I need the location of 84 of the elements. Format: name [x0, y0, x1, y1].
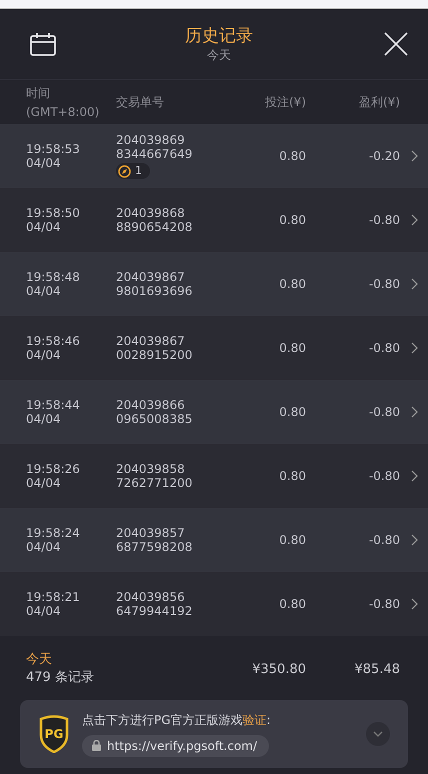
verify-message: 点击下方进行PG官方正版游戏验证:	[82, 712, 272, 728]
page-subtitle: 今天	[207, 47, 231, 64]
chevron-right-icon	[410, 534, 418, 546]
date-text: 04/04	[26, 284, 62, 298]
profit-amount: -0.80	[368, 405, 400, 419]
timezone-label: (GMT+8:00)	[26, 105, 100, 119]
column-header: 交易单号	[116, 94, 165, 110]
total-bet: ¥350.80	[251, 662, 306, 676]
profit-amount: -0.80	[368, 597, 400, 611]
compass-icon	[118, 164, 131, 178]
transaction-row[interactable]: 19:58:44 04/04 204039866 0965008385 0.80 -0.80	[0, 380, 428, 444]
time-text: 19:58:26	[26, 462, 81, 476]
transaction-id: 8890654208	[116, 220, 194, 234]
time-text: 19:58:44	[26, 398, 81, 412]
transaction-id: 204039868	[116, 206, 186, 220]
transaction-id: 204039869	[116, 133, 186, 147]
verify-link[interactable]: https://verify.pgsoft.com/	[82, 734, 270, 756]
transaction-id: 7262771200	[116, 476, 194, 490]
transaction-id: 6877598208	[116, 540, 194, 554]
date-text: 04/04	[26, 220, 62, 234]
chevron-right-icon	[410, 406, 418, 418]
calendar-icon[interactable]	[30, 32, 56, 56]
bet-amount: 0.80	[278, 341, 306, 355]
record-count: 479 条记录	[26, 669, 95, 687]
chevron-right-icon	[410, 470, 418, 482]
bet-amount: 0.80	[278, 277, 306, 291]
date-text: 04/04	[26, 476, 62, 490]
date-text: 04/04	[26, 348, 62, 362]
chevron-right-icon	[410, 214, 418, 226]
profit-amount: -0.20	[368, 149, 400, 163]
profit-amount: -0.80	[368, 533, 400, 547]
bet-amount: 0.80	[278, 533, 306, 547]
transaction-id: 204039867	[116, 334, 186, 348]
profit-amount: -0.80	[368, 213, 400, 227]
transaction-id: 204039866	[116, 398, 186, 412]
bet-amount: 0.80	[278, 213, 306, 227]
bet-amount: 0.80	[278, 149, 306, 163]
transaction-id: 9801693696	[116, 284, 194, 298]
profit-amount: -0.80	[368, 469, 400, 483]
chevron-right-icon	[410, 150, 418, 162]
bet-amount: 0.80	[278, 469, 306, 483]
transaction-id: 204039856	[116, 590, 186, 604]
profit-amount: -0.80	[368, 277, 400, 291]
page-title: 历史记录	[185, 25, 253, 47]
bet-amount: 0.80	[278, 405, 306, 419]
transaction-row[interactable]: 19:58:48 04/04 204039867 9801693696 0.80 -0.80	[0, 252, 428, 316]
transaction-id: 0028915200	[116, 348, 194, 362]
time-text: 19:58:46	[26, 334, 81, 348]
close-icon[interactable]	[384, 32, 408, 56]
chevron-right-icon	[410, 598, 418, 610]
transaction-row[interactable]: 19:58:50 04/04 204039868 8890654208 0.80 -0.80	[0, 188, 428, 252]
column-header: 时间	[26, 85, 51, 102]
transaction-row[interactable]: 19:58:26 04/04 204039858 7262771200 0.80 -0.80	[0, 444, 428, 508]
transaction-row[interactable]: 19:58:21 04/04 204039856 6479944192 0.80 -0.80	[0, 572, 428, 636]
column-header: 盈利(¥)	[358, 94, 400, 110]
chevron-down-icon	[373, 731, 383, 737]
column-header: 投注(¥)	[264, 94, 306, 110]
summary-period: 今天	[26, 651, 53, 669]
time-text: 19:58:24	[26, 526, 81, 540]
bet-amount: 0.80	[278, 597, 306, 611]
time-text: 19:58:50	[26, 206, 81, 220]
total-profit: ¥85.48	[354, 662, 400, 676]
transaction-id: 204039858	[116, 462, 186, 476]
transaction-row[interactable]: 19:58:53 04/04 204039869 8344667649 1 0.80 -0.20	[0, 124, 428, 188]
date-text: 04/04	[26, 604, 62, 618]
time-text: 19:58:48	[26, 270, 81, 284]
transaction-id: 6479944192	[116, 604, 194, 618]
transaction-id: 204039867	[116, 270, 186, 284]
transaction-id: 0965008385	[116, 412, 194, 426]
transaction-id: 8344667649	[116, 147, 194, 161]
profit-amount: -0.80	[368, 341, 400, 355]
date-text: 04/04	[26, 540, 62, 554]
shield-logo: PG	[38, 715, 70, 753]
feature-badge: 1	[116, 163, 150, 179]
transaction-row[interactable]: 19:58:24 04/04 204039857 6877598208 0.80 -0.80	[0, 508, 428, 572]
time-text: 19:58:21	[26, 590, 81, 604]
chevron-right-icon	[410, 342, 418, 354]
time-text: 19:58:53	[26, 142, 81, 156]
date-text: 04/04	[26, 412, 62, 426]
lock-icon	[92, 740, 101, 751]
transaction-row[interactable]: 19:58:46 04/04 204039867 0028915200 0.80 -0.80	[0, 316, 428, 380]
transaction-id: 204039857	[116, 526, 186, 540]
chevron-right-icon	[410, 278, 418, 290]
date-text: 04/04	[26, 156, 62, 170]
